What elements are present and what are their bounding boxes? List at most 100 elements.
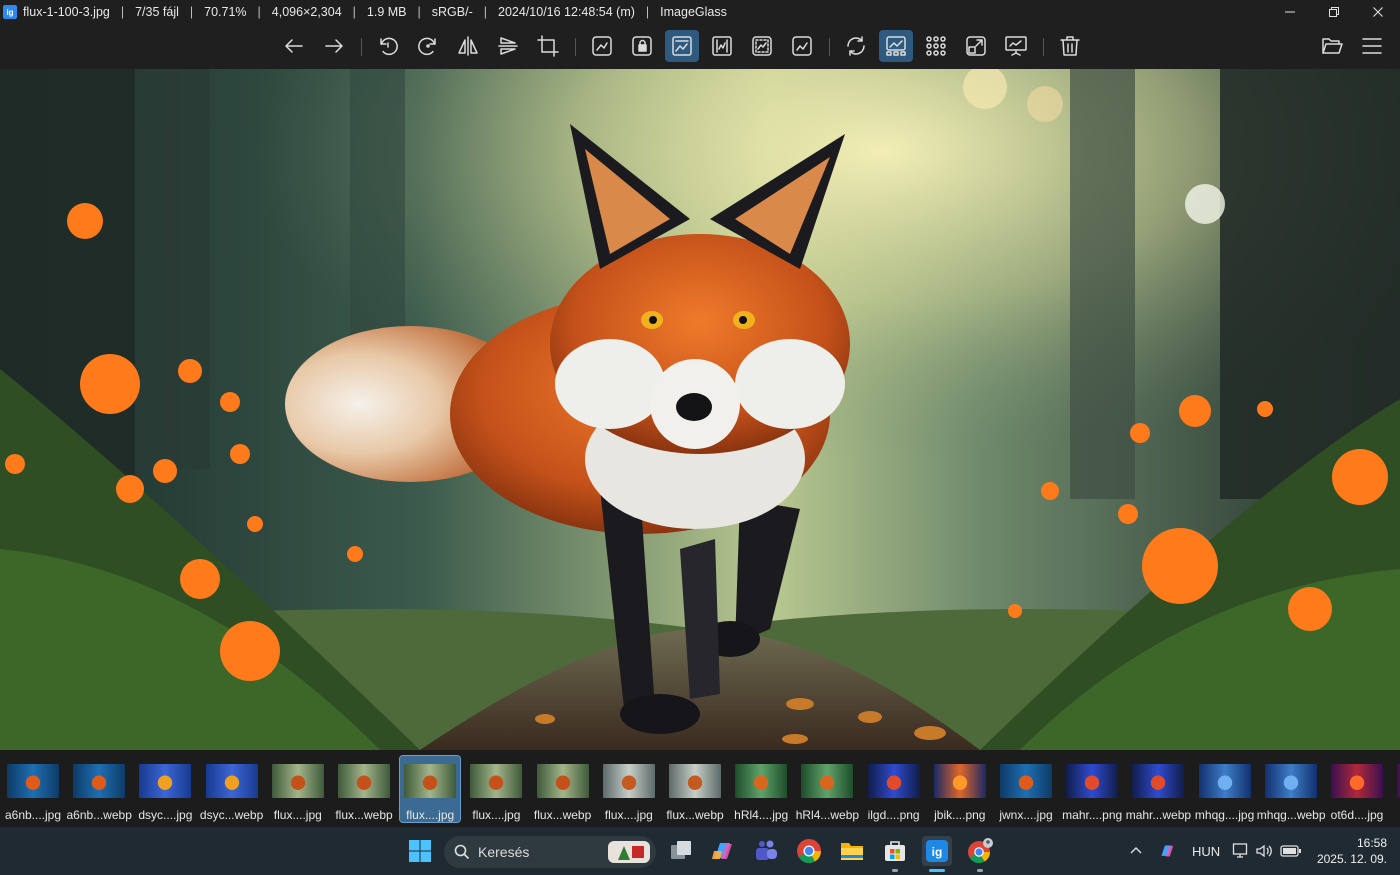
previous-image-button[interactable] [277, 30, 311, 62]
thumbnail-image [7, 764, 59, 798]
lock-zoom-button[interactable] [625, 30, 659, 62]
rotate-left-button[interactable] [371, 30, 405, 62]
teams-button[interactable] [751, 836, 781, 866]
chrome-profile-button[interactable] [965, 836, 995, 866]
main-menu-button[interactable] [1355, 30, 1389, 62]
thumbnail-item[interactable]: hRl4...webp [796, 756, 859, 822]
refresh-button[interactable] [839, 30, 873, 62]
network-icon [1232, 843, 1248, 858]
thumbnail-item[interactable]: flux....jpg [466, 756, 526, 822]
thumbnail-item[interactable]: dsyc....jpg [135, 756, 195, 822]
thumbnail-label: flux....jpg [273, 808, 322, 822]
color-profile: sRGB/- [431, 5, 473, 19]
thumbnail-item[interactable]: mhqg...webp [1257, 756, 1326, 822]
chrome-button[interactable] [794, 836, 824, 866]
scale-to-height-icon [712, 36, 732, 56]
fox-photo [0, 69, 1400, 750]
thumbnail-label: flux...webp [335, 808, 393, 822]
thumbnail-label: hRl4....jpg [734, 808, 789, 822]
minimize-button[interactable] [1268, 0, 1312, 24]
scale-to-fit-button[interactable] [745, 30, 779, 62]
thumbnail-item[interactable]: a6nb....jpg [3, 756, 63, 822]
crop-button[interactable] [531, 30, 565, 62]
volume-button[interactable] [1252, 836, 1276, 866]
next-image-button[interactable] [317, 30, 351, 62]
search-placeholder: Keresés [478, 844, 530, 860]
microsoft-store-button[interactable] [880, 836, 910, 866]
thumbnail-item[interactable]: mahr....png [1062, 756, 1122, 822]
taskbar-search-box[interactable]: Keresés [444, 836, 656, 868]
copilot-tray-button[interactable] [1153, 836, 1181, 866]
thumbnail-image [1066, 764, 1119, 798]
thumbnail-item[interactable]: dsyc...webp [200, 756, 263, 822]
gallery-button[interactable] [879, 30, 913, 62]
clock-date: 2025. 12. 09. [1316, 852, 1387, 866]
thumbnail-item[interactable]: flux....jpg [399, 755, 462, 823]
thumbnail-item[interactable]: mahr...webp [1126, 756, 1191, 822]
image-viewer[interactable] [0, 69, 1400, 750]
clock-time: 16:58 [1356, 836, 1387, 850]
flip-horizontal-button[interactable] [451, 30, 485, 62]
thumbnail-image [536, 764, 589, 798]
chevron-up-icon [1130, 847, 1142, 854]
imageglass-taskbar-button[interactable]: ig [922, 836, 952, 866]
thumbnail-item[interactable]: jbik....png [930, 756, 990, 822]
auto-zoom-icon [592, 36, 612, 56]
title-bar: ig flux-1-100-3.jpg | 7/35 fájl | 70.71% | … [0, 0, 1400, 24]
toolbar-divider [1043, 38, 1044, 56]
open-file-button[interactable] [1315, 30, 1349, 62]
task-view-icon [671, 841, 691, 859]
copilot-tray-icon [1161, 845, 1174, 857]
file-name: flux-1-100-3.jpg [23, 5, 110, 19]
thumbnail-item[interactable]: hRl4....jpg [731, 756, 791, 822]
scale-to-fill-button[interactable] [785, 30, 819, 62]
thumbnail-item[interactable]: flux....jpg [599, 756, 659, 822]
thumbnail-image [1000, 764, 1052, 798]
close-button[interactable] [1356, 0, 1400, 24]
fullscreen-icon [966, 36, 986, 56]
gallery-icon [886, 36, 906, 56]
windows-start-button[interactable] [405, 836, 435, 866]
taskbar-clock[interactable]: 16:58 2025. 12. 09. [1317, 835, 1387, 867]
file-explorer-button[interactable] [837, 836, 867, 866]
flip-vertical-button[interactable] [491, 30, 525, 62]
thumbnail-item[interactable]: flux...webp [665, 756, 725, 822]
thumbnail-item[interactable]: ot [1393, 756, 1400, 822]
window-controls [1268, 0, 1400, 24]
thumbnail-item[interactable]: ilgd....png [864, 756, 924, 822]
thumbnail-item[interactable]: jwnx....jpg [996, 756, 1056, 822]
checkerboard-button[interactable] [919, 30, 953, 62]
show-hidden-icons-button[interactable] [1122, 836, 1150, 866]
thumbnail-item[interactable]: ot6d....jpg [1327, 756, 1387, 822]
delete-button[interactable] [1053, 30, 1087, 62]
thumbnail-item[interactable]: flux...webp [334, 756, 394, 822]
lock-zoom-icon [632, 36, 652, 56]
network-button[interactable] [1229, 836, 1253, 866]
thumbnail-item[interactable]: flux....jpg [268, 756, 328, 822]
thumbnail-item[interactable]: a6nb...webp [66, 756, 132, 822]
scale-to-height-button[interactable] [705, 30, 739, 62]
restore-icon [1329, 7, 1339, 17]
task-view-button[interactable] [666, 836, 696, 866]
thumbnail-label: flux...webp [533, 808, 592, 822]
fullscreen-button[interactable] [959, 30, 993, 62]
open-app-indicator [977, 869, 983, 872]
toolbar [0, 24, 1400, 69]
thumbnail-item[interactable]: flux...webp [533, 756, 593, 822]
battery-button[interactable] [1278, 836, 1304, 866]
folder-open-icon [1322, 38, 1343, 54]
scale-to-width-button[interactable] [665, 30, 699, 62]
copilot-button[interactable] [708, 836, 738, 866]
auto-zoom-button[interactable] [585, 30, 619, 62]
thumbnail-label: a6nb....jpg [4, 808, 62, 822]
rotate-right-button[interactable] [411, 30, 445, 62]
thumbnail-label: flux...webp [666, 808, 724, 822]
flip-vertical-icon [498, 37, 518, 55]
trash-icon [1060, 36, 1080, 56]
slideshow-button[interactable] [999, 30, 1033, 62]
thumbnail-item[interactable]: mhqg....jpg [1195, 756, 1255, 822]
language-indicator[interactable]: HUN [1192, 827, 1220, 875]
toolbar-divider [829, 38, 830, 56]
restore-button[interactable] [1312, 0, 1356, 24]
modified-date: 2024/10/16 12:48:54 (m) [498, 5, 635, 19]
